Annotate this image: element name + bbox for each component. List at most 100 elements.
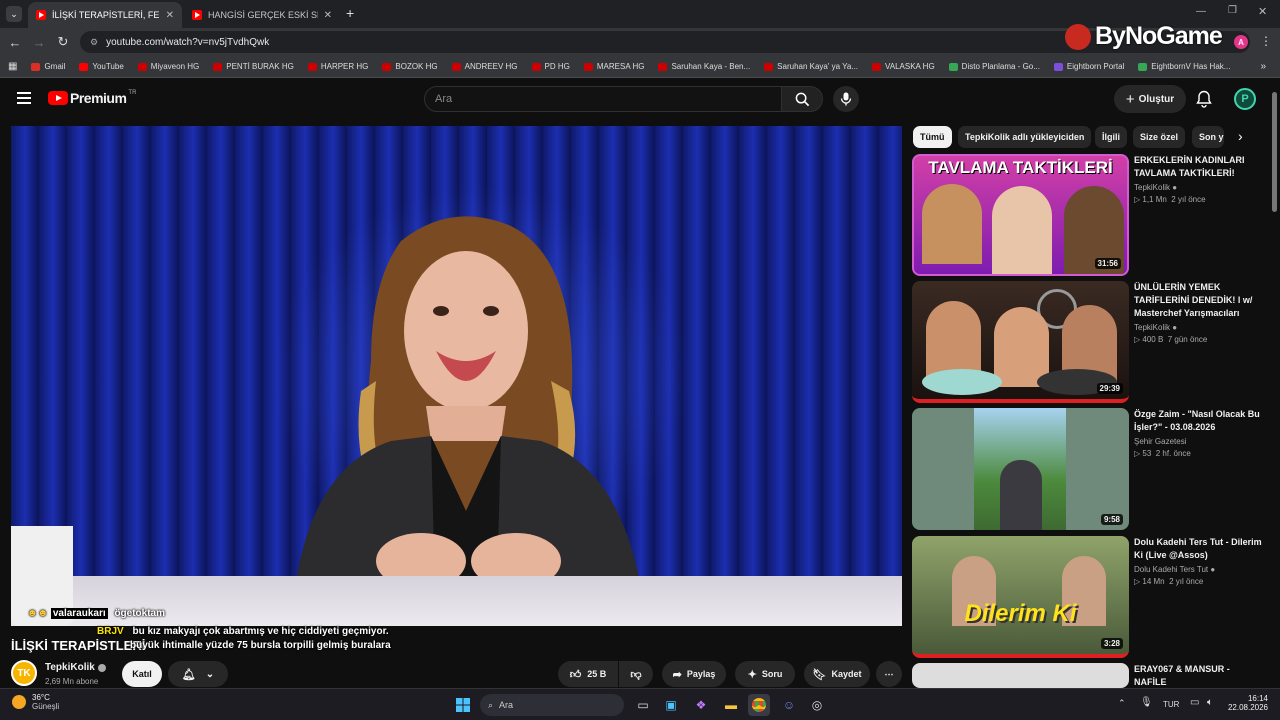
microphone-tray-icon[interactable]: 🎙︎	[1140, 697, 1153, 708]
video-title[interactable]: ÜNLÜLERİN YEMEK TARİFLERİNİ DENEDİK! l w…	[1134, 281, 1262, 320]
bookmark-item[interactable]: BOZOK HG	[382, 62, 438, 71]
search-button[interactable]	[781, 86, 823, 112]
reload-icon[interactable]: ↻	[53, 32, 73, 52]
chip-recent[interactable]: Son y	[1192, 126, 1224, 148]
recommended-video[interactable]: ERAY067 & MANSUR - NAFİLE	[912, 663, 1272, 688]
video-thumbnail[interactable]	[912, 663, 1129, 688]
recommended-video[interactable]: 29:39 ÜNLÜLERİN YEMEK TARİFLERİNİ DENEDİ…	[912, 281, 1272, 403]
bookmark-item[interactable]: PENTİ BURAK HG	[213, 62, 294, 71]
bookmark-item[interactable]: ANDREEV HG	[451, 62, 518, 71]
video-title[interactable]: Dolu Kadehi Ters Tut - Dilerim Ki (Live …	[1134, 536, 1262, 562]
new-tab-button[interactable]: +	[346, 5, 354, 21]
hamburger-menu-icon[interactable]	[17, 92, 31, 104]
close-tab-icon[interactable]: ✕	[324, 10, 332, 21]
bookmark-item[interactable]: VALASKA HG	[872, 62, 935, 71]
browser-tab[interactable]: HANGİSİ GERÇEK ESKİ SEVGİLİS ✕	[184, 2, 340, 28]
dislike-button[interactable]: 👎︎	[619, 661, 653, 687]
channel-avatar[interactable]: TK	[11, 660, 37, 686]
chip-all[interactable]: Tümü	[913, 126, 952, 148]
video-thumbnail[interactable]: Dilerim Ki 3:28	[912, 536, 1129, 658]
browser-tab-active[interactable]: İLİŞKİ TERAPİSTLERİ, FENOMENL ✕	[28, 2, 182, 28]
create-button[interactable]: + Oluştur	[1114, 85, 1186, 113]
back-arrow-icon[interactable]: ←	[5, 32, 25, 52]
maximize-window-icon[interactable]: ❐	[1228, 5, 1237, 16]
bookmark-item[interactable]: PD HG	[531, 62, 570, 71]
video-thumbnail[interactable]: 9:58	[912, 408, 1129, 530]
user-avatar[interactable]: P	[1234, 88, 1256, 110]
save-button[interactable]: 🔖︎ Kaydet	[804, 661, 870, 687]
notifications-bell-icon[interactable]	[1196, 90, 1212, 113]
temperature: 36°C	[32, 693, 50, 702]
chip-next-arrow-icon[interactable]: ›	[1238, 128, 1243, 144]
close-tab-icon[interactable]: ✕	[166, 10, 174, 21]
bookmark-item[interactable]: MARESA HG	[583, 62, 644, 71]
video-channel[interactable]: Dolu Kadehi Ters Tut ●	[1134, 565, 1262, 574]
task-view-icon[interactable]: ▭	[632, 694, 654, 716]
subscribe-notification-button[interactable]: 🔔︎ ⌄	[168, 661, 228, 687]
input-language[interactable]: TUR	[1163, 700, 1179, 709]
youtube-logo[interactable]: Premium TR	[48, 90, 136, 106]
taskbar-search[interactable]: ⌕ Ara	[480, 694, 624, 716]
profile-avatar[interactable]: A	[1234, 35, 1248, 49]
page-scrollbar[interactable]	[1272, 92, 1277, 212]
recommended-video[interactable]: TAVLAMA TAKTİKLERİ 31:56 ERKEKLERİN KADI…	[912, 154, 1272, 276]
chip-related[interactable]: İlgili	[1095, 126, 1127, 148]
network-icon[interactable]: ▭	[1190, 697, 1199, 708]
show-hidden-icons[interactable]: ⌃	[1118, 698, 1126, 709]
clock[interactable]: 16:14 22.08.2026	[1226, 694, 1268, 712]
video-thumbnail[interactable]: 29:39	[912, 281, 1129, 403]
video-title[interactable]: Özge Zaim - "Nasıl Olacak Bu İşler?" - 0…	[1134, 408, 1262, 434]
ask-button[interactable]: ✦ Soru	[735, 661, 795, 687]
video-channel[interactable]: TepkiKolik ●	[1134, 183, 1262, 192]
tab-menu-button[interactable]: ⌄	[6, 6, 22, 22]
bookmarks-bar: ▦ Gmail YouTube Miyaveon HG PENTİ BURAK HG H…	[0, 56, 1280, 78]
close-window-icon[interactable]: ✕	[1258, 5, 1267, 18]
forward-arrow-icon[interactable]: →	[29, 32, 49, 52]
join-button[interactable]: Katıl	[122, 661, 162, 687]
bookmark-label: PD HG	[544, 62, 570, 71]
discord-icon[interactable]: ☺	[778, 694, 800, 716]
minimize-window-icon[interactable]: —	[1196, 6, 1206, 17]
volume-icon[interactable]: 🔈︎	[1207, 697, 1213, 708]
windows-start-icon[interactable]	[452, 694, 474, 716]
bookmark-item[interactable]: Miyaveon HG	[137, 62, 199, 71]
more-actions-button[interactable]: ⋯	[876, 661, 902, 687]
bookmark-item[interactable]: EightbornV Has Hak...	[1138, 62, 1230, 71]
video-title[interactable]: ERKEKLERİN KADINLARI TAVLAMA TAKTİKLERİ!	[1134, 154, 1262, 180]
bookmark-item[interactable]: Saruhan Kaya - Ben...	[658, 62, 750, 71]
video-channel[interactable]: TepkiKolik ●	[1134, 323, 1262, 332]
like-button[interactable]: 👍︎ 25 B	[558, 661, 618, 687]
video-meta: ▷ 1,1 Mn 2 yıl önce	[1134, 195, 1206, 204]
bookmark-item[interactable]: HARPER HG	[307, 62, 368, 71]
search-input[interactable]: Ara	[424, 86, 782, 112]
video-title[interactable]: ERAY067 & MANSUR - NAFİLE	[1134, 663, 1262, 688]
weather-widget[interactable]: 36°C Güneşli	[12, 693, 59, 711]
app-icon[interactable]: ◎	[806, 694, 828, 716]
more-bookmarks-icon[interactable]: »	[1260, 61, 1266, 72]
bookmark-item[interactable]: Eightborn Portal	[1053, 62, 1124, 71]
chip-for-you[interactable]: Size özel	[1133, 126, 1186, 148]
video-thumbnail[interactable]: TAVLAMA TAKTİKLERİ 31:56	[912, 154, 1129, 276]
video-player[interactable]: ☻☻ valaraukarı ögetoktam	[11, 126, 902, 626]
bookmark-item[interactable]: Disto Planlama - Go...	[948, 62, 1040, 71]
channel-name[interactable]: TepkiKolik	[45, 662, 106, 673]
browser-menu-icon[interactable]: ⋮	[1260, 34, 1272, 48]
chat-message: ☻☻ valaraukarı ögetoktam	[27, 608, 165, 619]
bookmark-item[interactable]: YouTube	[79, 62, 124, 71]
chip-from-uploader[interactable]: TepkiKolik adlı yükleyiciden	[958, 126, 1092, 148]
bookmark-item[interactable]: Saruhan Kaya' ya Ya...	[764, 62, 858, 71]
apps-grid-icon[interactable]: ▦	[8, 61, 17, 72]
recommended-video[interactable]: 9:58 Özge Zaim - "Nasıl Olacak Bu İşler?…	[912, 408, 1272, 530]
site-info-icon[interactable]: ⚙	[90, 37, 98, 48]
share-button[interactable]: ➦ Paylaş	[662, 661, 726, 687]
file-explorer-icon[interactable]: ▬	[720, 694, 742, 716]
copilot-icon[interactable]: ❖	[690, 694, 712, 716]
bookmark-item[interactable]: Gmail	[31, 62, 65, 71]
chrome-icon[interactable]	[748, 694, 770, 716]
voice-search-button[interactable]	[833, 86, 859, 112]
recommended-video[interactable]: Dilerim Ki 3:28 Dolu Kadehi Ters Tut - D…	[912, 536, 1272, 658]
bookmark-favicon-icon	[31, 62, 41, 71]
youtube-favicon-icon	[192, 10, 202, 20]
video-channel[interactable]: Şehir Gazetesi	[1134, 437, 1262, 446]
store-icon[interactable]: ▣	[660, 694, 682, 716]
